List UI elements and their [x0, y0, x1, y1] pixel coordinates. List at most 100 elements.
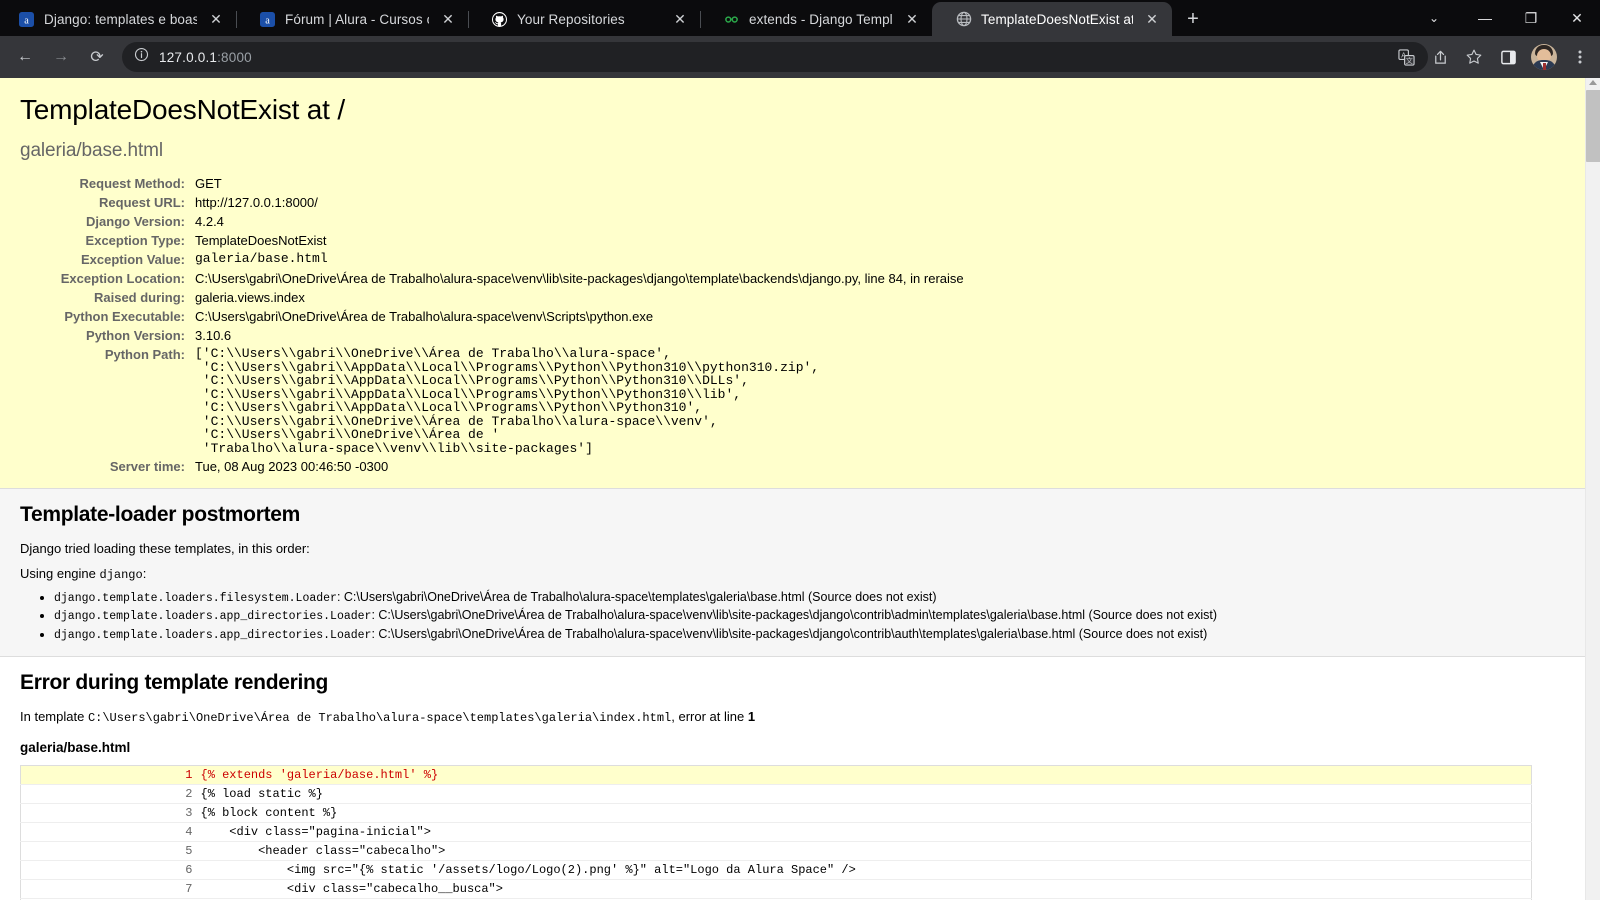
reload-button[interactable]: ⟳ — [80, 40, 114, 74]
bookmark-star-icon[interactable] — [1458, 41, 1490, 73]
template-path: C:\Users\gabri\OneDrive\Área de Trabalho… — [87, 711, 672, 726]
alura-icon: a — [259, 11, 276, 28]
tab-strip: a Django: templates e boas práticas ✕ a … — [0, 0, 1600, 36]
list-item: django.template.loaders.app_directories.… — [54, 626, 1565, 645]
loader-name: django.template.loaders.app_directories.… — [54, 610, 372, 624]
loader-name: django.template.loaders.filesystem.Loade… — [54, 591, 337, 605]
table-row: 3 {% block content %} — [20, 803, 1532, 823]
table-row: 7 <div class="cabecalho__busca"> — [20, 879, 1532, 899]
forward-button[interactable]: → — [44, 40, 78, 74]
engine-prefix: Using engine — [20, 566, 100, 581]
minimize-button[interactable]: — — [1462, 0, 1508, 36]
meta-label: Django Version: — [86, 214, 185, 229]
meta-value: 4.2.4 — [195, 214, 224, 229]
window-controls: ⌄ — ❐ ✕ — [1406, 0, 1600, 36]
line-number: 2 — [185, 786, 193, 801]
url-text: 127.0.0.1:8000 — [159, 50, 252, 65]
django-debug-page: TemplateDoesNotExist at / galeria/base.h… — [0, 78, 1585, 900]
meta-label: Request Method: — [79, 176, 185, 191]
meta-label: Python Path: — [104, 347, 185, 362]
meta-label: Server time: — [109, 459, 185, 474]
loader-list: django.template.loaders.filesystem.Loade… — [54, 589, 1565, 645]
address-bar[interactable]: 127.0.0.1:8000 — [122, 42, 1428, 72]
table-row: Request Method: GET — [20, 174, 964, 193]
meta-value: galeria.views.index — [195, 290, 305, 305]
table-row: Raised during: galeria.views.index — [20, 288, 964, 307]
postmortem-lead: Django tried loading these templates, in… — [20, 541, 310, 556]
meta-label: Python Version: — [86, 328, 185, 343]
tab-close-button[interactable]: ✕ — [902, 9, 922, 29]
table-row: Exception Type: TemplateDoesNotExist — [20, 231, 964, 250]
meta-value: TemplateDoesNotExist — [195, 233, 327, 248]
meta-label: Exception Value: — [80, 252, 185, 267]
table-row: 2 {% load static %} — [20, 784, 1532, 804]
share-icon[interactable] — [1424, 41, 1456, 73]
line-number: 5 — [185, 843, 193, 858]
table-row: 4 <div class="pagina-inicial"> — [20, 822, 1532, 842]
url-host: 127.0.0.1 — [159, 49, 218, 65]
table-row: 1 {% extends 'galeria/base.html' %} — [20, 765, 1532, 785]
browser-tab-3[interactable]: extends - Django Template Tags ✕ — [700, 2, 932, 36]
source-code-table: 1 {% extends 'galeria/base.html' %} 2 {%… — [20, 764, 1532, 900]
table-row: Python Executable: C:\Users\gabri\OneDri… — [20, 307, 964, 326]
page-scrollbar[interactable] — [1585, 78, 1600, 900]
avatar-tie — [1542, 63, 1546, 70]
line-number: 3 — [185, 805, 193, 820]
line-source: {% block content %} — [200, 805, 338, 820]
url-port: :8000 — [217, 49, 252, 65]
toolbar-actions: A文 — [1390, 41, 1596, 73]
page-subtitle: galeria/base.html — [20, 140, 163, 161]
tab-title: Fórum | Alura - Cursos online de — [285, 11, 429, 27]
svg-text:a: a — [24, 15, 29, 26]
tab-search-chevron-icon[interactable]: ⌄ — [1406, 0, 1462, 36]
meta-value: http://127.0.0.1:8000/ — [195, 195, 318, 210]
table-row: Django Version: 4.2.4 — [20, 212, 964, 231]
error-at-line-text: , error at line — [671, 709, 748, 725]
meta-value: ['C:\\Users\\gabri\\OneDrive\\Área de Tr… — [195, 346, 820, 456]
in-template-line: In template C:\Users\gabri\OneDrive\Área… — [20, 709, 1565, 726]
line-source: {% extends 'galeria/base.html' %} — [200, 767, 439, 782]
meta-value: 3.10.6 — [195, 328, 232, 343]
engine-name: django — [99, 568, 143, 582]
browser-window: a Django: templates e boas práticas ✕ a … — [0, 0, 1600, 900]
engine-line: Using engine django: — [20, 566, 1565, 583]
tab-divider — [236, 11, 237, 28]
line-source: <div class="pagina-inicial"> — [200, 824, 431, 839]
meta-value: C:\Users\gabri\OneDrive\Área de Trabalho… — [195, 271, 964, 286]
django-docs-icon — [723, 11, 740, 28]
browser-tab-0[interactable]: a Django: templates e boas práticas ✕ — [4, 2, 236, 36]
line-source: {% load static %} — [200, 786, 323, 801]
browser-tab-1[interactable]: a Fórum | Alura - Cursos online de ✕ — [236, 2, 468, 36]
meta-label: Exception Type: — [85, 233, 185, 248]
table-row: Request URL: http://127.0.0.1:8000/ — [20, 193, 964, 212]
template-rendering-error-section: Error during template rendering In templ… — [0, 657, 1585, 900]
browser-tab-4-active[interactable]: TemplateDoesNotExist at / ✕ — [932, 2, 1172, 36]
side-panel-icon[interactable] — [1492, 41, 1524, 73]
tab-close-button[interactable]: ✕ — [1142, 9, 1162, 29]
more-menu-icon[interactable] — [1564, 41, 1596, 73]
scroll-up-arrow-icon[interactable] — [1589, 80, 1597, 85]
translate-icon[interactable]: A文 — [1390, 41, 1422, 73]
scrollbar-thumb[interactable] — [1586, 90, 1600, 162]
maximize-button[interactable]: ❐ — [1508, 0, 1554, 36]
tab-close-button[interactable]: ✕ — [206, 9, 226, 29]
table-row: 6 <img src="{% static '/assets/logo/Logo… — [20, 860, 1532, 880]
window-close-button[interactable]: ✕ — [1554, 0, 1600, 36]
info-icon[interactable] — [134, 47, 149, 67]
new-tab-button[interactable]: + — [1178, 4, 1208, 34]
back-button[interactable]: ← — [8, 40, 42, 74]
svg-text:a: a — [265, 15, 270, 26]
meta-label: Request URL: — [99, 195, 185, 210]
meta-label: Python Executable: — [64, 309, 185, 324]
meta-value: galeria/base.html — [195, 251, 328, 266]
browser-tab-2[interactable]: Your Repositories ✕ — [468, 2, 700, 36]
tab-title: extends - Django Template Tags — [749, 11, 893, 27]
table-row: Exception Value: galeria/base.html — [20, 250, 964, 269]
globe-icon — [955, 11, 972, 28]
loader-path: : C:\Users\gabri\OneDrive\Área de Trabal… — [371, 608, 1218, 623]
tab-divider — [700, 11, 701, 28]
tab-close-button[interactable]: ✕ — [438, 9, 458, 29]
profile-avatar[interactable] — [1531, 44, 1557, 70]
loader-path: : C:\Users\gabri\OneDrive\Área de Trabal… — [371, 626, 1208, 641]
tab-close-button[interactable]: ✕ — [670, 9, 690, 29]
